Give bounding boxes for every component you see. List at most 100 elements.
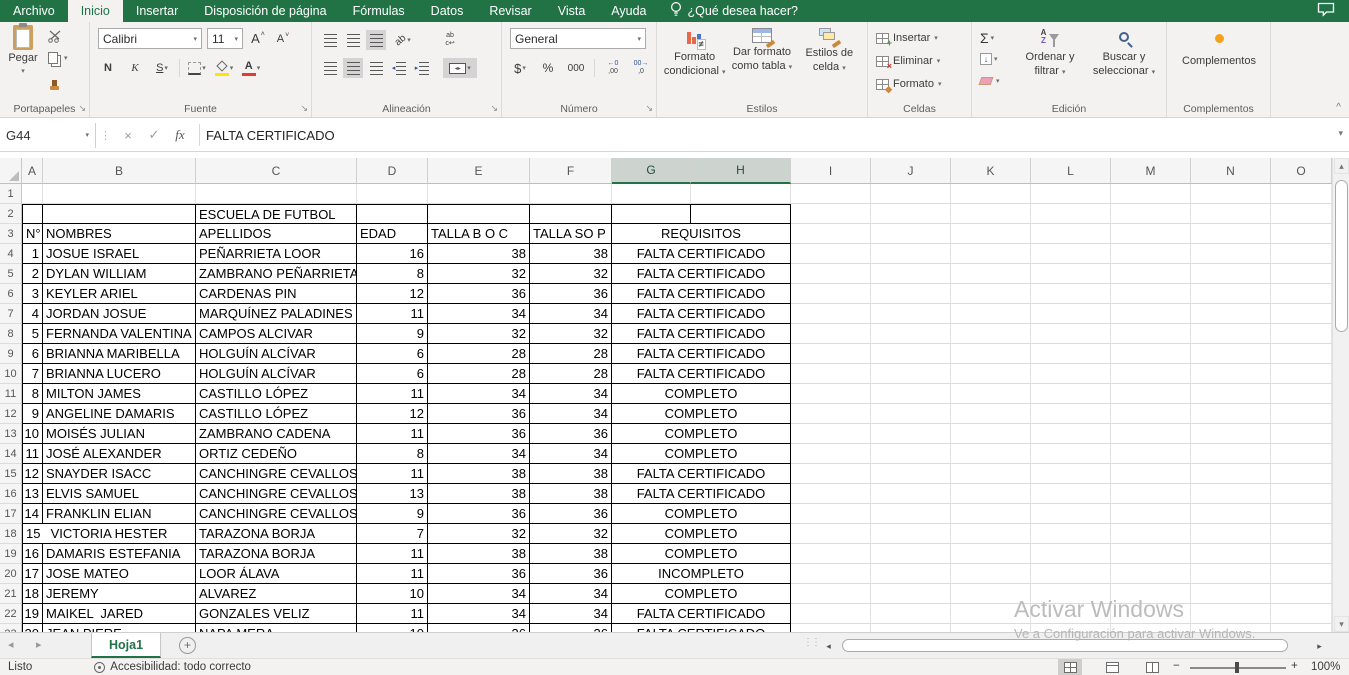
cell-G23-H23[interactable]: FALTA CERTIFICADO — [612, 624, 791, 632]
cell-B4[interactable]: JOSUE ISRAEL — [43, 244, 196, 264]
cell-J21[interactable] — [871, 584, 951, 604]
dialog-launcher-icon[interactable]: ↘ — [78, 103, 86, 114]
cell-K5[interactable] — [951, 264, 1031, 284]
format-painter-button[interactable] — [48, 78, 62, 95]
cell-J1[interactable] — [871, 184, 951, 204]
zoom-out-button[interactable]: − — [1173, 660, 1180, 672]
col-header-H[interactable]: H — [691, 158, 791, 184]
scrollbar-grip-icon[interactable]: ⋮⋮ — [803, 637, 819, 648]
cell-A15[interactable]: 12 — [22, 464, 43, 484]
cell-C12[interactable]: CASTILLO LÓPEZ — [196, 404, 357, 424]
sheet-tab-hoja1[interactable]: Hoja1 — [91, 633, 161, 658]
cell-B21[interactable]: JEREMY — [43, 584, 196, 604]
cell-B7[interactable]: JORDAN JOSUE — [43, 304, 196, 324]
cell-D11[interactable]: 11 — [357, 384, 428, 404]
cell-E20[interactable]: 36 — [428, 564, 530, 584]
cell-F9[interactable]: 28 — [530, 344, 612, 364]
delete-cells-button[interactable]: × Eliminar▾ — [876, 55, 940, 67]
cell-N1[interactable] — [1191, 184, 1271, 204]
cell-B20[interactable]: JOSE MATEO — [43, 564, 196, 584]
cell-M16[interactable] — [1111, 484, 1191, 504]
row-header-4[interactable]: 4 — [0, 244, 22, 264]
cell-F8[interactable]: 32 — [530, 324, 612, 344]
row-header-18[interactable]: 18 — [0, 524, 22, 544]
insert-cells-button[interactable]: + Insertar▾ — [876, 32, 938, 44]
cell-J15[interactable] — [871, 464, 951, 484]
align-bottom-button[interactable] — [366, 30, 386, 50]
cell-O19[interactable] — [1271, 544, 1332, 564]
cell-J20[interactable] — [871, 564, 951, 584]
merge-center-button[interactable]: ◂▸▾ — [443, 58, 477, 78]
increase-decimal-button[interactable]: ←0,00 — [603, 58, 623, 78]
cell-C16[interactable]: CANCHINGRE CEVALLOS — [196, 484, 357, 504]
cell-C18[interactable]: TARAZONA BORJA — [196, 524, 357, 544]
cell-B3[interactable]: NOMBRES — [43, 224, 196, 244]
cell-G10-H10[interactable]: FALTA CERTIFICADO — [612, 364, 791, 384]
cell-C8[interactable]: CAMPOS ALCIVAR — [196, 324, 357, 344]
cell-L19[interactable] — [1031, 544, 1111, 564]
col-header-L[interactable]: L — [1031, 158, 1111, 184]
paste-button[interactable]: Pegar ▾ — [2, 25, 44, 77]
dialog-launcher-icon[interactable]: ↘ — [300, 103, 308, 114]
cell-O8[interactable] — [1271, 324, 1332, 344]
cell-O15[interactable] — [1271, 464, 1332, 484]
cell-M13[interactable] — [1111, 424, 1191, 444]
cell-I2[interactable] — [791, 204, 871, 224]
cell-J9[interactable] — [871, 344, 951, 364]
col-header-I[interactable]: I — [791, 158, 871, 184]
cell-O16[interactable] — [1271, 484, 1332, 504]
cell-N10[interactable] — [1191, 364, 1271, 384]
row-header-16[interactable]: 16 — [0, 484, 22, 504]
cell-L20[interactable] — [1031, 564, 1111, 584]
cell-B6[interactable]: KEYLER ARIEL — [43, 284, 196, 304]
cell-O3[interactable] — [1271, 224, 1332, 244]
cell-A17[interactable]: 14 — [22, 504, 43, 524]
cell-M8[interactable] — [1111, 324, 1191, 344]
col-header-J[interactable]: J — [871, 158, 951, 184]
number-format-select[interactable]: General▾ — [510, 28, 646, 49]
cell-D8[interactable]: 9 — [357, 324, 428, 344]
cell-D21[interactable]: 10 — [357, 584, 428, 604]
cell-C13[interactable]: ZAMBRANO CADENA — [196, 424, 357, 444]
cell-L3[interactable] — [1031, 224, 1111, 244]
cell-E12[interactable]: 36 — [428, 404, 530, 424]
cell-A10[interactable]: 7 — [22, 364, 43, 384]
cell-E16[interactable]: 38 — [428, 484, 530, 504]
formula-bar-grip[interactable]: ⋮ — [96, 129, 115, 142]
row-header-7[interactable]: 7 — [0, 304, 22, 324]
horizontal-scroll-thumb[interactable] — [842, 639, 1288, 652]
cell-K10[interactable] — [951, 364, 1031, 384]
cell-N8[interactable] — [1191, 324, 1271, 344]
cell-O5[interactable] — [1271, 264, 1332, 284]
cell-F13[interactable]: 36 — [530, 424, 612, 444]
cell-D7[interactable]: 11 — [357, 304, 428, 324]
cell-M23[interactable] — [1111, 624, 1191, 632]
cell-B14[interactable]: JOSÉ ALEXANDER — [43, 444, 196, 464]
scroll-right-icon[interactable]: ▸ — [1311, 638, 1328, 654]
cell-L18[interactable] — [1031, 524, 1111, 544]
cell-D22[interactable]: 11 — [357, 604, 428, 624]
cell-J3[interactable] — [871, 224, 951, 244]
cell-M19[interactable] — [1111, 544, 1191, 564]
cell-J4[interactable] — [871, 244, 951, 264]
cell-G13-H13[interactable]: COMPLETO — [612, 424, 791, 444]
cell-D20[interactable]: 11 — [357, 564, 428, 584]
cell-F11[interactable]: 34 — [530, 384, 612, 404]
cell-D3[interactable]: EDAD — [357, 224, 428, 244]
cell-M4[interactable] — [1111, 244, 1191, 264]
cell-L9[interactable] — [1031, 344, 1111, 364]
dialog-launcher-icon[interactable]: ↘ — [490, 103, 498, 114]
clear-button[interactable]: ▾ — [980, 77, 1000, 85]
cell-N11[interactable] — [1191, 384, 1271, 404]
tab-revisar[interactable]: Revisar — [476, 0, 544, 22]
row-header-11[interactable]: 11 — [0, 384, 22, 404]
cell-B22[interactable]: MAIKEL JARED — [43, 604, 196, 624]
cell-M22[interactable] — [1111, 604, 1191, 624]
cell-M11[interactable] — [1111, 384, 1191, 404]
cell-J18[interactable] — [871, 524, 951, 544]
cell-J10[interactable] — [871, 364, 951, 384]
cell-E9[interactable]: 28 — [428, 344, 530, 364]
row-header-23[interactable]: 23 — [0, 624, 22, 632]
cell-F22[interactable]: 34 — [530, 604, 612, 624]
cell-I22[interactable] — [791, 604, 871, 624]
